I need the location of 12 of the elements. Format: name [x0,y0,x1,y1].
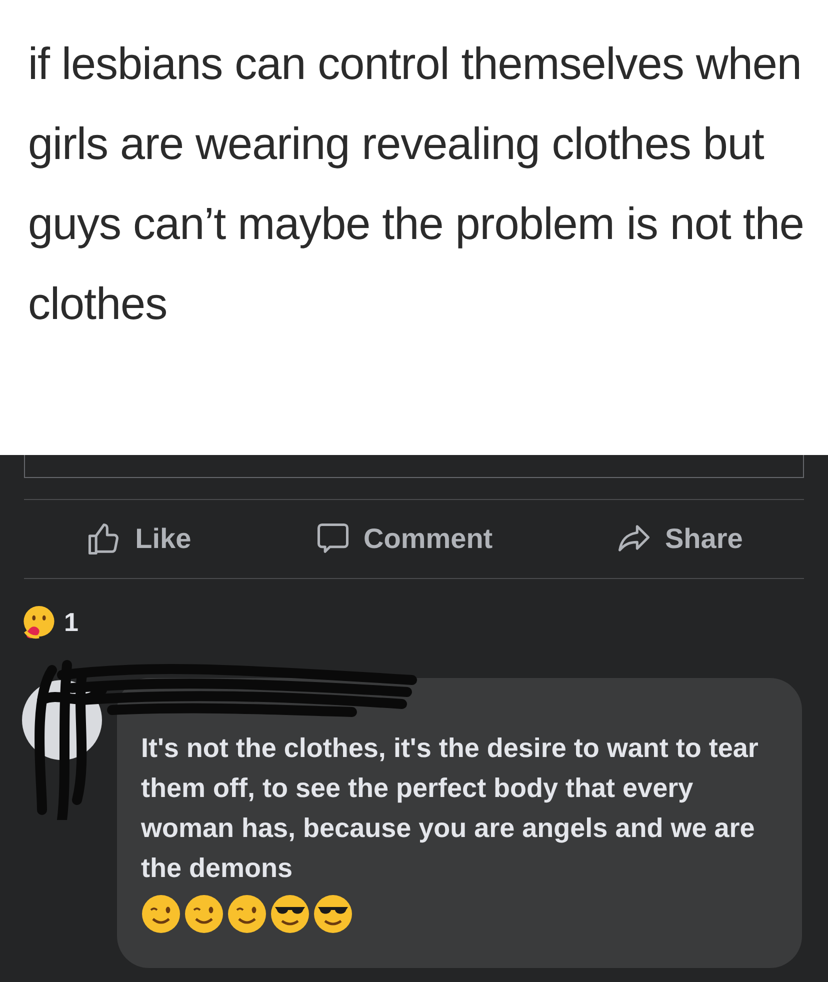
winking-face-icon [141,894,181,934]
winking-face-icon [227,894,267,934]
winking-face-icon [184,894,224,934]
comment-button[interactable]: Comment [306,518,501,560]
post-text: if lesbians can control themselves when girls are wearing revealing clothes but guys can’t maybe the problem is not the clothes [28,37,805,331]
like-button[interactable]: Like [77,518,200,560]
comment-text: It's not the clothes, it's the desire to want to tear them off, to see the perfect body that every woman has, because you are angels and we are the demons [141,732,760,885]
share-button[interactable]: Share [606,518,751,560]
sunglasses-face-icon [270,894,310,934]
sunglasses-face-icon [313,894,353,934]
care-reaction-icon [22,606,56,640]
reaction-count: 1 [64,606,78,639]
